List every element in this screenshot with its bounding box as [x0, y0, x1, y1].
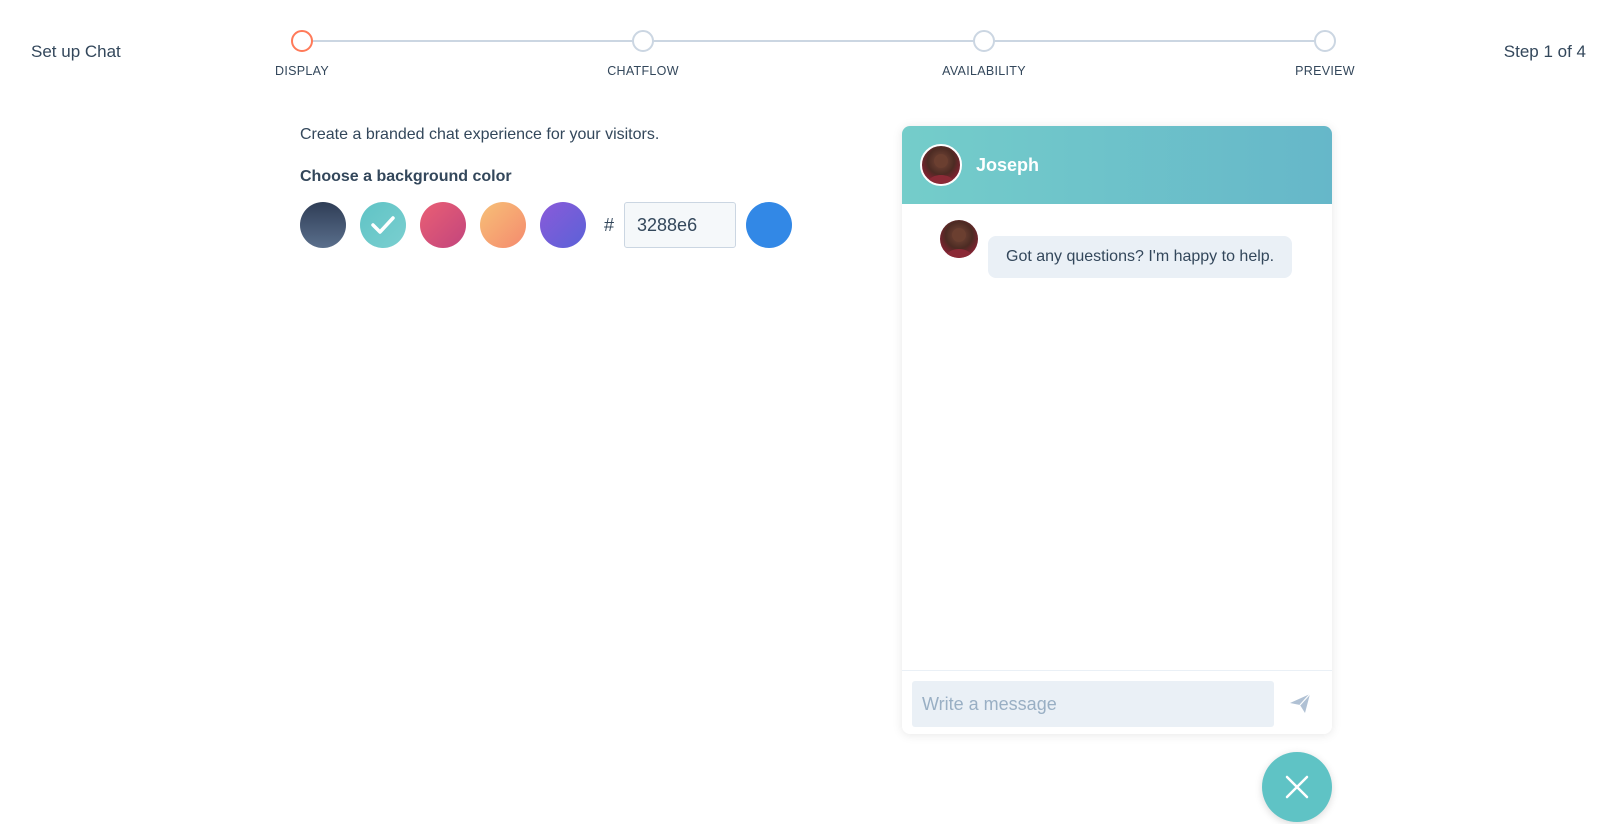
step-label-chatflow[interactable]: CHATFLOW: [607, 64, 679, 78]
swatch-teal[interactable]: [360, 202, 406, 248]
color-swatch-row: #: [300, 202, 793, 248]
chat-widget-preview: Joseph Got any questions? I'm happy to h…: [902, 126, 1332, 734]
message-input[interactable]: [912, 681, 1274, 727]
checkmark-icon: [371, 216, 395, 234]
step-label-display[interactable]: DISPLAY: [275, 64, 329, 78]
chat-setup-page: Set up Chat Step 1 of 4 DISPLAY CHATFLOW…: [0, 0, 1600, 824]
chat-launcher-button[interactable]: [1262, 752, 1332, 822]
swatch-orange[interactable]: [480, 202, 526, 248]
stepper-line: [307, 40, 1329, 42]
swatch-pink[interactable]: [420, 202, 466, 248]
page-title: Set up Chat: [31, 42, 121, 61]
custom-color-preview[interactable]: [746, 202, 793, 248]
person-icon: [945, 228, 973, 258]
step-circle-preview[interactable]: [1314, 30, 1336, 52]
message-composer: [902, 670, 1332, 734]
swatch-purple[interactable]: [540, 202, 586, 248]
swatch-dark-slate[interactable]: [300, 202, 346, 248]
close-icon: [1285, 775, 1309, 799]
background-color-heading: Choose a background color: [300, 168, 512, 185]
person-icon: [927, 154, 955, 184]
message-bubble: Got any questions? I'm happy to help.: [988, 236, 1293, 278]
step-label-preview[interactable]: PREVIEW: [1295, 64, 1355, 78]
agent-avatar: [920, 144, 962, 186]
step-circle-chatflow[interactable]: [632, 30, 654, 52]
welcome-message: Got any questions? I'm happy to help.: [940, 220, 1293, 278]
step-circle-availability[interactable]: [973, 30, 995, 52]
step-counter: Step 1 of 4: [1503, 42, 1586, 61]
paper-plane-icon[interactable]: [1288, 691, 1312, 715]
agent-avatar-small: [940, 220, 978, 258]
step-circle-display[interactable]: [291, 30, 313, 52]
step-label-availability[interactable]: AVAILABILITY: [942, 64, 1026, 78]
hex-hash-label: #: [604, 214, 615, 235]
hex-color-input[interactable]: [624, 202, 737, 248]
intro-text: Create a branded chat experience for you…: [300, 126, 660, 143]
agent-name: Joseph: [976, 154, 1040, 175]
chat-header: Joseph: [902, 126, 1332, 204]
